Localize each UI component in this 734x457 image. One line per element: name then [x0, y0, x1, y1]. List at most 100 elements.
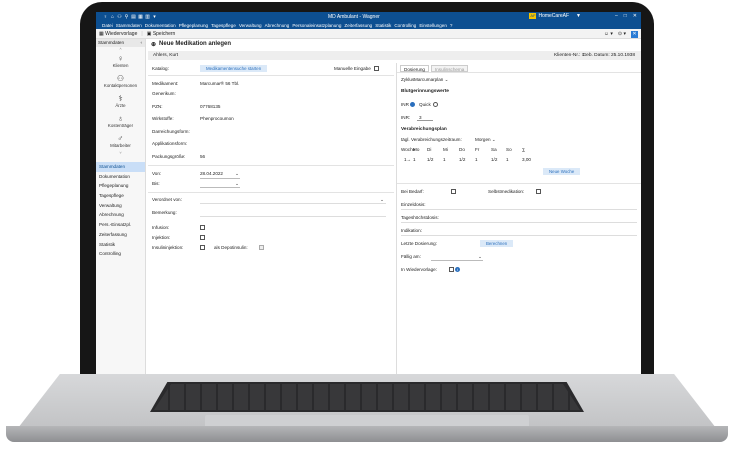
week-value-cell[interactable]: 1: [413, 155, 416, 165]
generikum-label: Generikum:: [152, 91, 176, 96]
manual-entry-label: Manuelle Eingabe: [334, 66, 371, 71]
calendar-icon[interactable]: ▦: [137, 14, 144, 20]
doc-icon[interactable]: ▤: [130, 14, 137, 20]
dropdown-icon[interactable]: ▾: [151, 14, 158, 20]
filter-icon[interactable]: ▼: [576, 13, 581, 19]
sidebar-icon-item[interactable]: ♂ Mitarbeiter: [96, 131, 145, 151]
sidebar-nav-item[interactable]: Zeiterfassung: [96, 230, 145, 240]
week-value-cell[interactable]: 1: [443, 155, 446, 165]
manual-entry-checkbox[interactable]: [374, 66, 379, 72]
week-value-cell[interactable]: 1: [475, 155, 478, 165]
sidebar-nav-item[interactable]: Dokumentation: [96, 172, 145, 182]
tab-dosierung[interactable]: Dosierung: [400, 65, 429, 72]
week-value-cell[interactable]: 1/2: [427, 155, 433, 165]
packung-row: Packungsgröße: 56: [148, 152, 394, 162]
sidebar-nav-item[interactable]: Verwaltung: [96, 201, 145, 211]
bedarf-checkbox[interactable]: [451, 189, 456, 195]
infusion-checkbox[interactable]: [200, 225, 205, 231]
sidebar-icon-item[interactable]: ⚇ Kontaktpersonen: [96, 71, 145, 91]
menu-item[interactable]: Tagespflege: [211, 23, 236, 28]
faellig-date-field[interactable]: ⌄: [431, 252, 483, 261]
selbst-checkbox[interactable]: [536, 189, 541, 195]
menu-item[interactable]: Verwaltung: [239, 23, 262, 28]
zeitraum-select[interactable]: Morgen ⌄: [475, 135, 496, 145]
close-form-icon[interactable]: ✕: [631, 30, 638, 38]
menu-item[interactable]: Pflegeplanung: [179, 23, 208, 28]
wirkstoffe-row: Wirkstoffe: Phenprocoumon: [148, 114, 394, 124]
indikation-input[interactable]: [401, 235, 637, 236]
menu-item[interactable]: Dokumentation: [145, 23, 176, 28]
smiley-icon[interactable]: ☺ ▾: [604, 31, 613, 37]
sidebar-icon-item[interactable]: ♀ Klienten: [96, 51, 145, 71]
sidebar-nav-item[interactable]: Abrechnung: [96, 210, 145, 220]
menu-item[interactable]: Stammdaten: [116, 23, 142, 28]
injektion-row: Injektion:: [148, 233, 394, 243]
sidebar-header: Stammdaten ‹: [96, 39, 145, 47]
collapse-icon[interactable]: ‹: [140, 39, 142, 47]
help-icon[interactable]: ⊙ ▾: [618, 31, 626, 37]
tab-insulinschema[interactable]: Insulinschema: [430, 65, 469, 72]
sidebar-nav-item[interactable]: Pflegeplanung: [96, 181, 145, 191]
depot-checkbox[interactable]: [259, 245, 264, 251]
week-values-row: 1→ 1 1/2 1 1/2 1 1/2 1 3,00: [397, 155, 641, 165]
menu-item[interactable]: Zeiterfassung: [344, 23, 372, 28]
menu-item[interactable]: Statistik: [375, 23, 391, 28]
bis-date-field[interactable]: ⌄: [200, 179, 240, 188]
save-icon: ▣: [146, 30, 152, 37]
home-icon[interactable]: ⌂: [109, 14, 116, 20]
zeitraum-label: tägl. Verabreichungszeitraum:: [401, 137, 462, 142]
menu-bar: Datei Stammdaten Dokumentation Pflegeplanun…: [96, 21, 641, 29]
inr-radio[interactable]: [410, 102, 415, 108]
minimize-icon[interactable]: –: [615, 13, 618, 19]
sidebar-icon-item[interactable]: ♁ Kostenträger: [96, 111, 145, 131]
menu-item[interactable]: Abrechnung: [265, 23, 290, 28]
week-value-cell[interactable]: 1: [506, 155, 509, 165]
wiedervorlage-button[interactable]: ▦ Wiedervorlage: [99, 31, 137, 37]
building-icon[interactable]: ▥: [144, 14, 151, 20]
menu-item[interactable]: Controlling: [394, 23, 416, 28]
wiedervorlage-row: In Wiedervorlage: i: [397, 265, 641, 275]
new-week-button[interactable]: Neue Woche: [543, 168, 581, 175]
week-value-cell[interactable]: 1/2: [459, 155, 465, 165]
maximize-icon[interactable]: □: [624, 13, 627, 19]
medication-search-button[interactable]: Medikamentensuche starten: [200, 65, 268, 72]
chevron-down-icon: ⌄: [478, 254, 482, 259]
close-icon[interactable]: ✕: [633, 13, 637, 19]
info-icon[interactable]: i: [455, 267, 461, 273]
wirkstoffe-value: Phenprocoumon: [200, 116, 234, 121]
new-week-row: Neue Woche: [397, 167, 641, 177]
window-controls: – □ ✕: [615, 13, 637, 19]
scroll-down-icon[interactable]: ˅: [96, 151, 145, 155]
sidebar-nav-item[interactable]: Controlling: [96, 249, 145, 259]
save-button[interactable]: ▣ Speichern: [147, 31, 176, 37]
week-value-cell[interactable]: 1/2: [491, 155, 497, 165]
menu-item[interactable]: Datei: [102, 23, 113, 28]
catalog-label: Katalog:: [152, 66, 169, 71]
inr-input[interactable]: 3: [417, 114, 433, 121]
verordnet-select[interactable]: ⌄: [200, 195, 386, 204]
sidebar-nav-item[interactable]: Pers.-Einsatzpl.: [96, 220, 145, 230]
faellig-label: Fällig am:: [401, 254, 421, 259]
group-icon[interactable]: ⚇: [116, 14, 123, 20]
menu-item[interactable]: ?: [450, 23, 453, 28]
tages-input[interactable]: [401, 222, 637, 223]
quick-radio[interactable]: [433, 102, 438, 108]
menu-item[interactable]: Einstellungen: [419, 23, 447, 28]
sidebar-nav-item[interactable]: Statistik: [96, 240, 145, 250]
menu-item[interactable]: Personaleinsatzplanung: [292, 23, 341, 28]
sidebar-nav-item[interactable]: Stammdaten: [96, 162, 145, 172]
wiedervorlage-checkbox[interactable]: [449, 267, 454, 273]
bemerkung-input[interactable]: [200, 208, 386, 217]
user-icon[interactable]: ♀: [102, 14, 109, 20]
plan-section-title: Verabreichungsplan: [397, 125, 641, 135]
user-search-icon[interactable]: ⚲: [123, 14, 130, 20]
insulin-checkbox[interactable]: [200, 245, 205, 251]
sidebar-icon-item[interactable]: ⚕ Ärzte: [96, 91, 145, 111]
injektion-checkbox[interactable]: [200, 235, 205, 241]
zyklus-select[interactable]: Marcumarplan ⌄: [414, 75, 449, 85]
sidebar-nav-item[interactable]: Tagespflege: [96, 191, 145, 201]
window-title: MD Ambulant - Wagner: [328, 14, 380, 20]
berechnen-button[interactable]: Berechnen: [480, 240, 514, 247]
einzeldosis-input[interactable]: [401, 209, 637, 210]
von-date-field[interactable]: 28.04.2022 ⌄: [200, 169, 240, 179]
